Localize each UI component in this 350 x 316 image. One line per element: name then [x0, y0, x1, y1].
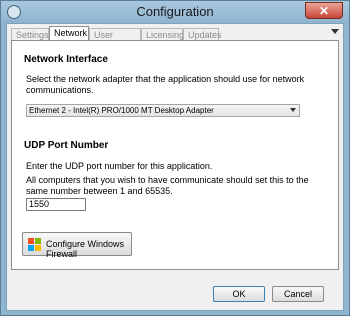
ok-button[interactable]: OK — [213, 286, 265, 302]
udp-port-heading: UDP Port Number — [24, 140, 109, 151]
network-interface-heading: Network Interface — [24, 54, 108, 65]
udp-port-input[interactable]: 1550 — [26, 198, 86, 211]
configure-firewall-label: Configure Windows Firewall — [46, 239, 125, 259]
udp-port-description: Enter the UDP port number for this appli… — [26, 161, 213, 171]
tab-network[interactable]: Network — [49, 26, 89, 41]
title-bar[interactable]: Configuration ✕ — [1, 1, 349, 23]
close-button[interactable]: ✕ — [305, 2, 343, 19]
configuration-window: Configuration ✕ Settings Network User In… — [0, 0, 350, 316]
window-title: Configuration — [136, 4, 214, 19]
configure-firewall-button[interactable]: Configure Windows Firewall — [22, 232, 132, 259]
network-adapter-selected-value: Ethernet 2 - Intel(R) PRO/1000 MT Deskto… — [29, 106, 214, 115]
dialog-client-area: Settings Network User Interface Licensin… — [6, 23, 344, 311]
windows-logo-icon — [28, 238, 41, 251]
udp-port-note: All computers that you wish to have comm… — [26, 175, 309, 196]
tab-overflow-arrow-icon[interactable] — [331, 29, 339, 34]
network-interface-description: Select the network adapter that the appl… — [26, 74, 305, 95]
dialog-footer: OK Cancel — [7, 270, 343, 310]
chevron-down-icon — [290, 108, 296, 112]
cancel-button[interactable]: Cancel — [272, 286, 324, 302]
network-tab-panel: Network Interface Select the network ada… — [11, 40, 339, 270]
network-adapter-select[interactable]: Ethernet 2 - Intel(R) PRO/1000 MT Deskto… — [26, 104, 300, 117]
